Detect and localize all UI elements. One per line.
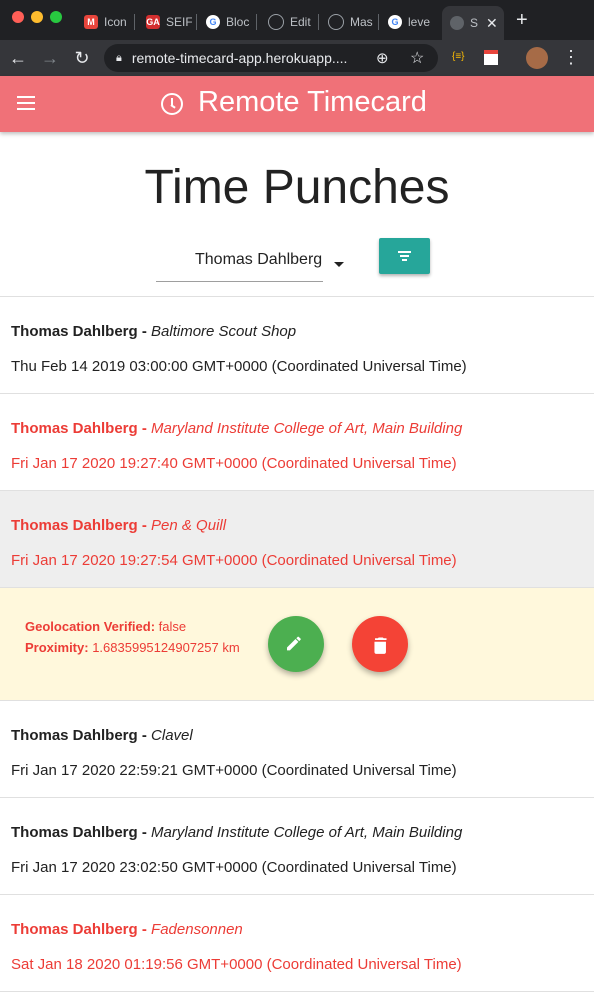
employee-name: Thomas Dahlberg <box>11 420 138 437</box>
delete-punch-button[interactable] <box>352 616 408 672</box>
punch-time: Sat Jan 18 2020 01:19:56 GMT+0000 (Coord… <box>11 956 462 973</box>
punch-time: Thu Feb 14 2019 03:00:00 GMT+0000 (Coord… <box>11 358 467 375</box>
forward-button[interactable]: → <box>38 46 62 70</box>
tab-favicon-icon: GA <box>146 15 160 29</box>
extension-icon[interactable]: {≡} <box>452 51 465 62</box>
filter-button[interactable] <box>379 238 430 274</box>
edit-punch-button[interactable] <box>268 616 324 672</box>
tab-label: Icon <box>104 15 127 29</box>
address-bar[interactable]: 🔒︎ remote-timecard-app.herokuapp.... ⊕ ☆ <box>104 44 438 72</box>
lock-icon: 🔒︎ <box>116 51 122 64</box>
extension-icon[interactable] <box>484 50 498 65</box>
punch-time: Fri Jan 17 2020 23:02:50 GMT+0000 (Coord… <box>11 859 457 876</box>
punch-location: Maryland Institute College of Art, Main … <box>151 824 463 841</box>
punch-location: Maryland Institute College of Art, Main … <box>151 420 463 437</box>
punch-row[interactable]: Thomas Dahlberg - Maryland Institute Col… <box>0 394 594 491</box>
browser-toolbar: ← → ↻ 🔒︎ remote-timecard-app.herokuapp..… <box>0 40 594 76</box>
hamburger-menu-icon[interactable] <box>17 96 35 110</box>
trash-icon <box>374 637 387 654</box>
tab-label: SEIF <box>166 15 192 29</box>
browser-tab[interactable]: G leve <box>388 8 434 36</box>
punch-row[interactable]: Thomas Dahlberg - Maryland Institute Col… <box>0 798 594 895</box>
punch-row-selected[interactable]: Thomas Dahlberg - Pen & Quill Fri Jan 17… <box>0 491 594 588</box>
page-title: Time Punches <box>144 161 450 214</box>
github-icon <box>268 14 284 30</box>
employee-name: Thomas Dahlberg <box>11 921 138 938</box>
geolocation-status: Geolocation Verified: false <box>25 619 187 634</box>
reload-button[interactable]: ↻ <box>70 46 94 70</box>
back-button[interactable]: ← <box>6 46 30 70</box>
close-tab-icon[interactable]: ✕ <box>486 15 498 32</box>
tab-label: Bloc <box>226 15 250 29</box>
punch-detail-panel: Geolocation Verified: false Proximity: 1… <box>0 588 594 701</box>
punch-time: Fri Jan 17 2020 22:59:21 GMT+0000 (Coord… <box>11 762 457 779</box>
github-icon <box>328 14 344 30</box>
url-text: remote-timecard-app.herokuapp.... <box>131 50 348 66</box>
browser-tab-active[interactable]: S ✕ <box>442 6 504 40</box>
punch-time: Fri Jan 17 2020 19:27:40 GMT+0000 (Coord… <box>11 455 457 472</box>
profile-avatar[interactable] <box>526 47 548 69</box>
browser-tab[interactable]: M Icon <box>84 8 130 36</box>
punch-time: Fri Jan 17 2020 19:27:54 GMT+0000 (Coord… <box>11 552 457 569</box>
browser-tab[interactable]: Edit <box>268 8 314 36</box>
maximize-window-button[interactable] <box>50 11 62 23</box>
geolocation-value: false <box>158 619 187 634</box>
employee-select-value: Thomas Dahlberg <box>195 251 323 268</box>
bookmark-star-icon[interactable]: ☆ <box>410 48 424 68</box>
minimize-window-button[interactable] <box>31 11 43 23</box>
location-icon[interactable]: ⊕ <box>376 49 389 67</box>
new-tab-button[interactable]: + <box>516 9 528 32</box>
punch-location: Clavel <box>151 727 193 744</box>
proximity-value: 1.6835995124907257 km <box>92 640 240 655</box>
browser-tab[interactable]: Mas <box>328 8 374 36</box>
browser-tab[interactable]: GA SEIF <box>146 8 192 36</box>
browser-tab-bar: M Icon GA SEIF G Bloc Edit Mas G leve S … <box>0 0 594 40</box>
employee-select[interactable]: Thomas Dahlberg <box>156 240 323 282</box>
employee-name: Thomas Dahlberg <box>11 727 138 744</box>
app-title[interactable]: Remote Timecard <box>198 86 427 119</box>
punch-location: Fadensonnen <box>151 921 243 938</box>
globe-icon <box>450 16 464 30</box>
tab-favicon-icon: M <box>84 15 98 29</box>
tab-label: Edit <box>290 15 311 29</box>
tab-label: S <box>470 16 479 30</box>
punch-location: Pen & Quill <box>151 517 227 534</box>
tab-label: leve <box>408 15 431 29</box>
employee-name: Thomas Dahlberg <box>11 824 138 841</box>
punch-list: Thomas Dahlberg - Baltimore Scout Shop T… <box>0 296 594 992</box>
browser-tab[interactable]: G Bloc <box>206 8 252 36</box>
employee-name: Thomas Dahlberg <box>11 323 138 340</box>
close-window-button[interactable] <box>12 11 24 23</box>
punch-location: Baltimore Scout Shop <box>151 323 297 340</box>
clock-icon <box>161 93 183 115</box>
tab-favicon-icon: G <box>206 15 220 29</box>
employee-name: Thomas Dahlberg <box>11 517 138 534</box>
pencil-icon <box>287 636 301 651</box>
more-menu-icon[interactable]: ⋮ <box>562 47 580 68</box>
punch-row[interactable]: Thomas Dahlberg - Baltimore Scout Shop T… <box>0 297 594 394</box>
dropdown-caret-icon[interactable] <box>334 262 344 267</box>
tab-label: Mas <box>350 15 373 29</box>
punch-row[interactable]: Thomas Dahlberg - Clavel Fri Jan 17 2020… <box>0 701 594 798</box>
punch-row[interactable]: Thomas Dahlberg - Fadensonnen Sat Jan 18… <box>0 895 594 992</box>
google-icon: G <box>388 15 402 29</box>
proximity-status: Proximity: 1.6835995124907257 km <box>25 640 240 655</box>
app-header: Remote Timecard <box>0 76 594 132</box>
